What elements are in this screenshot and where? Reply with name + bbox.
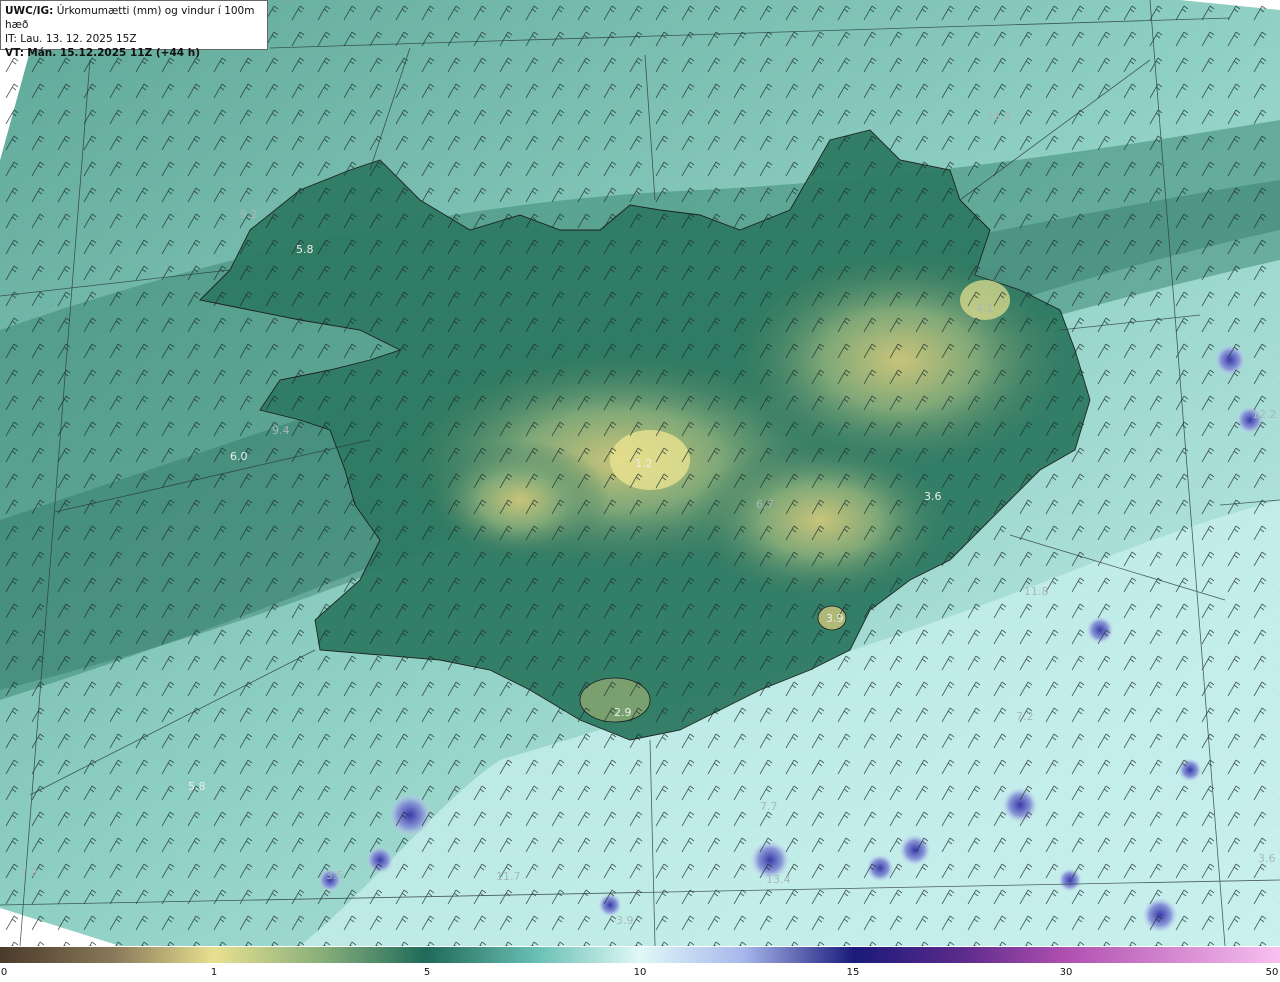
label-interior: 1.2 bbox=[635, 457, 653, 470]
label-north-a: 4.1 bbox=[976, 302, 994, 315]
precipitation-wind-map: 9.2 5.8 6.0 9.4 1.2 3.6 3.9 2.9 5.8 7.2 … bbox=[0, 0, 1280, 946]
colorbar-tick-label: 0 bbox=[1, 967, 7, 978]
colorbar-tick-label: 5 bbox=[424, 967, 430, 978]
label-east-b: 3.9 bbox=[826, 612, 844, 625]
label-sea-se-c: 3.6 bbox=[1258, 852, 1276, 865]
colorbar-tick-label: 30 bbox=[1060, 967, 1073, 978]
label-south-island: 2.9 bbox=[614, 706, 632, 719]
colorbar: 0 1 5 10 15 30 50 bbox=[0, 946, 1280, 978]
product-code: UWC/IG: bbox=[5, 5, 54, 17]
colorbar-tick-label: 1 bbox=[211, 967, 217, 978]
label-sea-s-b: 11.7 bbox=[496, 870, 521, 883]
init-time: IT: Lau. 13. 12. 2025 15Z bbox=[5, 33, 137, 45]
map-canvas: 9.2 5.8 6.0 9.4 1.2 3.6 3.9 2.9 5.8 7.2 … bbox=[0, 0, 1280, 946]
label-west-b: 9.4 bbox=[272, 424, 290, 437]
label-sea-s-e: 7.7 bbox=[760, 800, 778, 813]
valid-line: VT: Mán. 15.12.2025 11Z (+44 h) bbox=[5, 46, 263, 60]
colorbar-tick-label: 15 bbox=[847, 967, 860, 978]
colorbar-tick-label: 10 bbox=[634, 967, 647, 978]
colorbar-tick-label: 50 bbox=[1266, 967, 1279, 978]
valid-time: Mán. 15.12.2025 11Z (+44 h) bbox=[27, 47, 201, 59]
label-sea-sw-corner: 7.2 bbox=[20, 866, 38, 879]
label-sea-ne: 16.3 bbox=[986, 110, 1011, 123]
label-sea-s-a: 3.5 bbox=[326, 869, 344, 882]
label-north-b: 6.7 bbox=[756, 498, 774, 511]
forecast-info-box: UWC/IG: Úrkomumætti (mm) og vindur í 100… bbox=[0, 0, 268, 59]
label-sea-e: 12.2 bbox=[1252, 408, 1277, 421]
label-sea-s-d: 3.9 bbox=[616, 914, 634, 927]
label-west-a: 6.0 bbox=[230, 450, 248, 463]
colorbar-svg: 0 1 5 10 15 30 50 bbox=[0, 947, 1280, 978]
label-west-fjords-a: 9.2 bbox=[240, 208, 258, 221]
label-west-fjords-b: 5.8 bbox=[296, 243, 314, 256]
label-sea-s-c: 13.4 bbox=[766, 873, 791, 886]
label-sea-se-b: 11.8 bbox=[1024, 585, 1049, 598]
wind-barbs bbox=[0, 0, 1280, 946]
product-line: UWC/IG: Úrkomumætti (mm) og vindur í 100… bbox=[5, 4, 263, 32]
valid-prefix: VT: bbox=[5, 47, 24, 59]
label-east-a: 3.6 bbox=[924, 490, 942, 503]
colorbar-gradient bbox=[0, 947, 1280, 963]
label-sea-sw: 5.8 bbox=[188, 780, 206, 793]
label-sea-se-a: 7.2 bbox=[1016, 710, 1034, 723]
